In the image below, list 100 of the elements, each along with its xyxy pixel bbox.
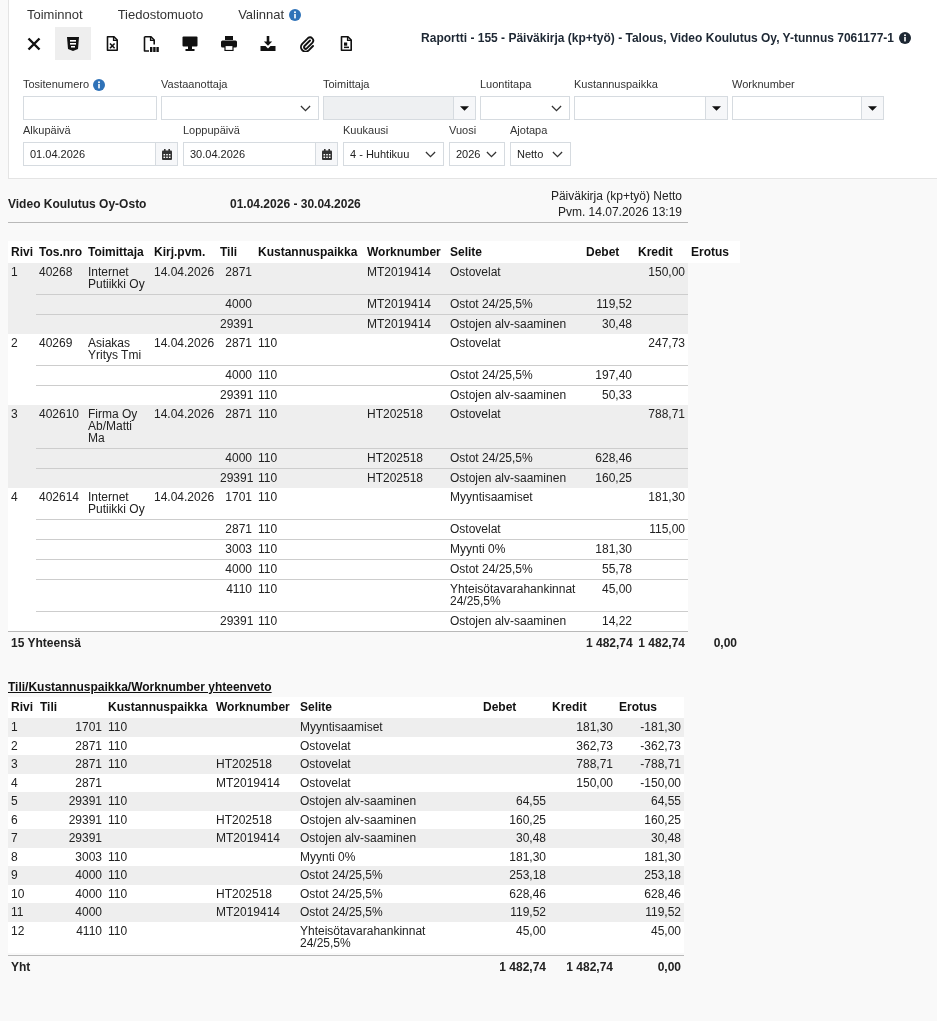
table-cell-text: Yhteisötavarahankinnat 24/25,5% [299,922,427,952]
total-value: 1 482,74 [585,635,634,652]
table-cell-text: 110 [257,335,279,352]
column-header: Worknumber [366,244,442,261]
table-cell-text: 5 [10,793,19,810]
table-cell-text: 29391 [67,830,103,847]
table-cell-text: Ostojen alv-saaminen [299,830,418,847]
combo-field[interactable] [732,96,862,120]
table-cell-text: 110 [107,756,129,773]
table-cell-text: 7 [10,830,19,847]
report-title: Raportti - 155 - Päiväkirja (kp+työ) - Talous, Video Koulutus Oy, Y-tunnus 7061177-1 [421,31,894,45]
combo-field[interactable] [574,96,706,120]
select-field[interactable]: Netto [510,142,571,166]
total-label: 15 Yhteensä [10,635,82,652]
table-cell-text: 14.04.2026 [153,264,216,281]
total-label: Yht [10,958,32,976]
table-cell-text: 8 [10,848,19,866]
table-cell-text: 110 [107,922,129,940]
table-cell-text: 4000 [224,296,253,313]
table-cell-text: 119,52 [644,904,682,921]
dropdown-button[interactable] [862,96,884,120]
table-cell-text: 2871 [74,737,103,755]
table-cell-text: 30,48 [649,830,682,847]
table-cell-text: 110 [257,367,279,384]
table-cell-text: 402614 [38,489,81,506]
table-cell-text: 181,30 [508,848,547,866]
field-label: Luontitapa [480,78,532,91]
table-cell-text: 64,55 [514,793,547,810]
dropdown-button[interactable] [454,96,476,120]
table-cell-text: 2871 [74,774,103,792]
select-field[interactable]: 2026 [449,142,505,166]
close-icon [27,36,41,51]
total-value: 0,00 [712,635,738,652]
table-cell-text: -181,30 [639,719,682,736]
column-header: Kirj.pvm. [153,244,207,261]
text-field[interactable] [23,96,157,120]
report-period: 01.04.2026 - 30.04.2026 [230,197,362,211]
column-header: Kredit [551,699,588,716]
table-cell-text: 402610 [38,406,81,423]
table-cell-text: 110 [257,581,279,598]
table-cell-text: HT202518 [366,450,425,467]
menu-item[interactable]: Tiedostomuoto [117,6,204,23]
chevron-down-icon [425,150,436,158]
table-cell-text: 110 [257,521,279,538]
table-cell-text: MT2019414 [366,264,433,281]
select-field[interactable] [161,96,319,120]
table-cell-text: 4110 [225,581,253,598]
calendar-button[interactable] [316,142,338,166]
table-cell-text: HT202518 [215,811,274,829]
column-header: Tos.nro [38,244,84,261]
table-cell-text: 160,25 [643,811,682,829]
table-cell-text: 160,25 [508,811,547,829]
table-cell-text: 628,46 [594,450,633,467]
table-cell-text: MT2019414 [366,296,433,313]
menu-item[interactable]: Valinnat [238,6,285,23]
table-cell-text: 2 [10,335,19,352]
table-cell-text: 110 [257,561,279,578]
table-cell-text: 115,00 [648,521,686,538]
table-cell-text: 2 [10,737,19,755]
calendar-button[interactable] [156,142,178,166]
select-field[interactable]: 4 - Huhtikuu [343,142,444,166]
table-cell-text: 2871 [224,264,253,281]
table-cell-text: 181,30 [643,848,682,866]
table-cell-text: Ostovelat [299,774,352,792]
table-cell-text: 110 [107,737,129,755]
html-button[interactable] [55,27,91,60]
table-cell-text: 14.04.2026 [153,489,216,506]
select-field[interactable] [480,96,570,120]
table-cell-text: 45,00 [649,922,682,940]
chevron-down-icon [551,104,562,112]
caret-down-icon [868,105,877,111]
table-cell-text: 4 [10,489,19,506]
table-cell-text: Ostojen alv-saaminen [449,316,568,333]
dropdown-button[interactable] [706,96,728,120]
table-cell-text: 29391 [219,470,255,487]
info-icon [899,32,911,44]
menu-item[interactable]: Toiminnot [27,6,83,23]
chevron-down-icon [300,104,311,112]
table-cell-text: Internet Putiikki Oy [87,489,146,518]
table-cell-text: 110 [257,387,279,404]
table-cell-text: 119,52 [509,904,547,921]
table-cell-text: Myynti 0% [299,848,357,866]
table-cell-text: Ostojen alv-saaminen [299,811,418,829]
table-cell-text: HT202518 [366,406,425,423]
table-cell-text: MT2019414 [215,774,282,792]
table-cell-text: 64,55 [649,793,682,810]
table-cell-text: 110 [257,406,279,423]
table-cell-text: 14.04.2026 [153,335,216,352]
table-cell-text: Ostovelat [299,737,352,755]
monitor-icon [182,36,198,51]
table-cell-text: HT202518 [215,756,274,773]
table-cell-text: Ostot 24/25,5% [449,561,534,578]
column-header: Tili [39,699,59,716]
table-cell-text: 150,00 [575,774,614,792]
date-field[interactable]: 01.04.2026 [23,142,156,166]
table-cell-text: 4110 [75,922,103,940]
column-header: Rivi [10,699,34,716]
paperclip-icon [299,35,315,52]
table-cell-text: Ostot 24/25,5% [449,450,534,467]
date-field[interactable]: 30.04.2026 [183,142,316,166]
